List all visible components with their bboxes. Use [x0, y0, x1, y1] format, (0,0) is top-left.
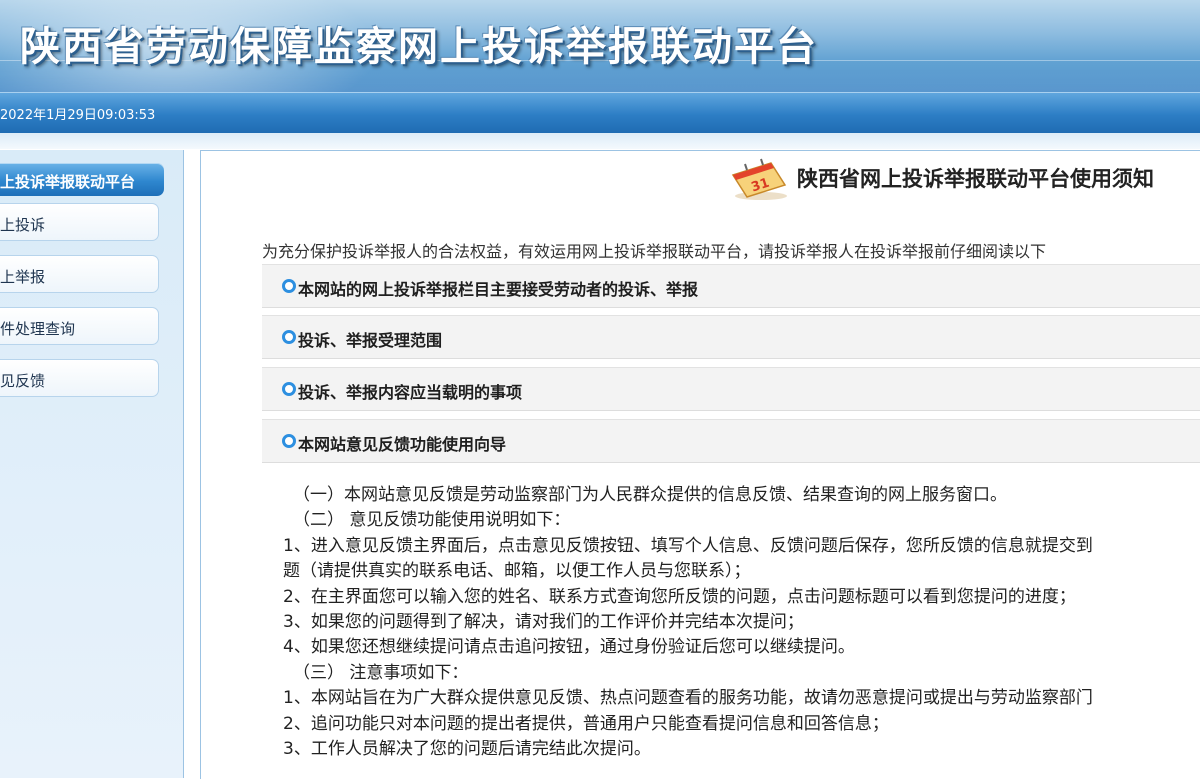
date-bar: 2022年1月29日09:03:53	[0, 92, 1200, 134]
guide-line: 2、在主界面您可以输入您的姓名、联系方式查询您所反馈的问题，点击问题标题可以看到…	[283, 586, 1076, 607]
guide-line: 1、进入意见反馈主界面后，点击意见反馈按钮、填写个人信息、反馈问题后保存，您所反…	[283, 535, 1093, 556]
radio-bullet-icon	[282, 279, 296, 293]
sidebar-item-label: 见反馈	[0, 372, 46, 390]
accordion-required-content[interactable]: 投诉、举报内容应当载明的事项	[262, 367, 1200, 411]
guide-line: 1、本网站旨在为广大群众提供意见反馈、热点问题查看的服务功能，故请勿恶意提问或提…	[283, 688, 1093, 709]
header-divider	[0, 133, 1200, 149]
accordion-scope-of-acceptance[interactable]: 本网站的网上投诉举报栏目主要接受劳动者的投诉、举报	[262, 264, 1200, 308]
notice-title: 陕西省网上投诉举报联动平台使用须知	[797, 167, 1154, 191]
sidebar-header-label: 上投诉举报联动平台	[0, 173, 136, 191]
guide-line: 3、工作人员解决了您的问题后请完结此次提问。	[283, 739, 651, 760]
sidebar-item-online-report[interactable]: 上举报	[0, 255, 159, 293]
guide-line: 2、追问功能只对本问题的提出者提供，普通用户只能查看提问信息和回答信息；	[283, 713, 889, 734]
guide-line: 题（请提供真实的联系电话、邮箱，以便工作人员与您联系）；	[283, 561, 751, 582]
sidebar-item-online-complaint[interactable]: 上投诉	[0, 203, 159, 241]
current-datetime: 2022年1月29日09:03:53	[0, 108, 156, 123]
main-panel: 31 陕西省网上投诉举报联动平台使用须知 为充分保护投诉举报人的合法权益，有效运…	[200, 150, 1200, 779]
sidebar-item-label: 上举报	[0, 268, 46, 286]
accordion-feedback-guide[interactable]: 本网站意见反馈功能使用向导	[262, 419, 1200, 463]
sidebar: 上投诉举报联动平台 上投诉 上举报 件处理查询 见反馈	[0, 150, 184, 778]
radio-bullet-icon	[282, 434, 296, 448]
sidebar-header: 上投诉举报联动平台	[0, 163, 164, 196]
accordion-label: 本网站的网上投诉举报栏目主要接受劳动者的投诉、举报	[298, 280, 699, 299]
guide-line: （一）本网站意见反馈是劳动监察部门为人民群众提供的信息反馈、结果查询的网上服务窗…	[293, 485, 1007, 505]
accordion-acceptance-range[interactable]: 投诉、举报受理范围	[262, 315, 1200, 359]
accordion-label: 本网站意见反馈功能使用向导	[298, 435, 507, 454]
accordion-label: 投诉、举报内容应当载明的事项	[298, 383, 523, 402]
feedback-guide-content: （一）本网站意见反馈是劳动监察部门为人民群众提供的信息反馈、结果查询的网上服务窗…	[283, 483, 1200, 762]
sidebar-item-label: 上投诉	[0, 216, 46, 234]
site-title: 陕西省劳动保障监察网上投诉举报联动平台	[20, 24, 818, 70]
sidebar-item-case-query[interactable]: 件处理查询	[0, 307, 159, 345]
radio-bullet-icon	[282, 382, 296, 396]
sidebar-item-feedback[interactable]: 见反馈	[0, 359, 159, 397]
radio-bullet-icon	[282, 330, 296, 344]
guide-line: 3、如果您的问题得到了解决，请对我们的工作评价并完结本次提问；	[283, 612, 804, 633]
site-banner: 陕西省劳动保障监察网上投诉举报联动平台	[0, 0, 1200, 92]
sidebar-item-label: 件处理查询	[0, 320, 76, 338]
guide-line: 4、如果您还想继续提问请点击追问按钮，通过身份验证后您可以继续提问。	[283, 637, 855, 658]
accordion-label: 投诉、举报受理范围	[298, 331, 443, 350]
intro-text: 为充分保护投诉举报人的合法权益，有效运用网上投诉举报联动平台，请投诉举报人在投诉…	[262, 242, 1047, 261]
guide-line: （三） 注意事项如下：	[293, 662, 469, 683]
guide-line: （二） 意见反馈功能使用说明如下：	[293, 510, 571, 531]
calendar-notice-icon: 31	[731, 158, 787, 200]
